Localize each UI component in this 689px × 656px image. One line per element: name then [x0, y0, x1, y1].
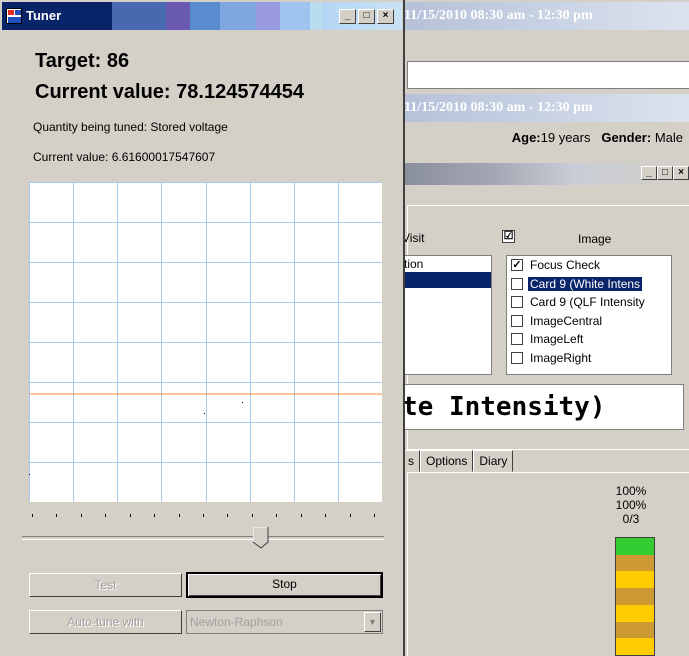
chevron-down-icon[interactable]: ▼ [364, 612, 381, 632]
slider-tick [105, 514, 107, 517]
image-item-label: Card 9 (White Intens [528, 276, 643, 291]
image-item-label: Focus Check [530, 258, 601, 273]
inner-minimize-button[interactable]: _ [641, 166, 657, 180]
image-list-item[interactable]: ImageLeft [507, 330, 671, 349]
current-value-big: Current value: 78.124574454 [35, 81, 305, 103]
slider-thumb[interactable] [252, 526, 269, 549]
background-window: 11/15/2010 08:30 am - 12:30 pm 11/15/201… [402, 0, 689, 656]
image-list[interactable]: ✓ Focus Check Card 9 (White Intens Card 9… [506, 255, 672, 375]
background-subtitle-bar: 11/15/2010 08:30 am - 12:30 pm [402, 94, 689, 122]
tuner-title: Tuner [26, 8, 62, 23]
stop-button[interactable]: Stop [186, 572, 383, 598]
checkbox[interactable]: ✓ [511, 259, 523, 272]
autotune-button[interactable]: Auto-tune with [29, 610, 182, 634]
data-point [242, 402, 243, 403]
meter-segment [616, 604, 654, 622]
chart-grid [29, 182, 383, 503]
checkbox[interactable] [511, 351, 523, 364]
slider-tick [32, 514, 33, 517]
title-gradient-blocks [112, 2, 322, 30]
slider-tick [227, 514, 229, 517]
tab-strip: s Options Diary [402, 450, 514, 472]
image-item-label: ImageCentral [530, 313, 603, 328]
visit-list-item-selected[interactable] [402, 272, 491, 288]
slider-tick [178, 514, 180, 517]
method-select-value: Newton-Raphson [190, 615, 283, 629]
app-icon [6, 8, 22, 24]
meter-segment [616, 638, 654, 656]
test-button[interactable]: Test [29, 573, 182, 597]
slider-tick [300, 514, 302, 517]
target-label: Target: 86 [35, 50, 130, 72]
visit-list[interactable]: tion [402, 255, 492, 375]
data-point [29, 474, 30, 475]
image-item-label: Card 9 (QLF Intensity [530, 295, 645, 310]
age-value: 19 years [540, 130, 591, 145]
meter-segment [616, 538, 654, 555]
current-value-small: Current value: 6.61600017547607 [33, 150, 216, 164]
image-header: Image [578, 232, 612, 246]
percent-1: 100% [615, 484, 647, 498]
close-button[interactable]: × [377, 9, 394, 24]
slider-ticks [22, 514, 384, 522]
inner-window-controls: _ □ × [641, 166, 689, 180]
slider-tick [374, 514, 375, 517]
screen: 11/15/2010 08:30 am - 12:30 pm 11/15/201… [0, 0, 689, 656]
tab-diary[interactable]: Diary [473, 450, 514, 472]
slider-tick [349, 514, 351, 517]
image-select-all-checkbox[interactable]: ☑ [502, 230, 515, 243]
inner-maximize-button[interactable]: □ [657, 166, 673, 180]
meter-segment [616, 571, 654, 589]
image-list-item[interactable]: ImageRight [507, 349, 671, 368]
tab-options[interactable]: Options [420, 450, 474, 472]
meter-segment [616, 554, 654, 572]
tuning-chart-svg [29, 182, 383, 503]
visit-list-item[interactable]: tion [402, 256, 491, 272]
meter-segment [616, 621, 654, 639]
maximize-button[interactable]: □ [358, 9, 375, 24]
tuner-title-bar[interactable]: Tuner _ □ × [2, 2, 402, 30]
slider-tick [325, 514, 327, 517]
slider-tick [203, 514, 204, 517]
image-title-display: te Intensity) [402, 384, 684, 430]
slider-tick [154, 514, 156, 517]
tuner-dialog: Tuner _ □ × Target: 86 Current value: 78… [0, 0, 405, 656]
patient-info: Age:19 years Gender: Male [402, 130, 689, 145]
slider-tick [129, 514, 131, 517]
meter-segment [616, 588, 654, 605]
checkbox[interactable] [511, 277, 523, 290]
gender-label: Gender: [601, 130, 652, 145]
progress-readout: 100% 100% 0/3 [606, 484, 656, 526]
data-point [204, 413, 205, 414]
slider-tick [251, 514, 253, 517]
slider-tick [80, 514, 82, 517]
window-controls: _ □ × [339, 9, 394, 24]
tuning-chart [29, 182, 383, 503]
minimize-button[interactable]: _ [339, 9, 356, 24]
image-list-item[interactable]: ✓ Focus Check [507, 256, 671, 275]
checkbox[interactable] [511, 333, 523, 346]
background-title-bar: 11/15/2010 08:30 am - 12:30 pm [402, 2, 689, 30]
checkbox[interactable] [511, 296, 523, 309]
slider-tick [276, 514, 278, 517]
slider-tick [56, 514, 58, 517]
visit-header: Visit [402, 231, 425, 245]
gender-value: Male [654, 130, 683, 145]
image-item-label: ImageLeft [530, 332, 584, 347]
slider-track[interactable] [22, 536, 384, 540]
image-list-item[interactable]: ImageCentral [507, 312, 671, 331]
image-list-item-selected[interactable]: Card 9 (White Intens [507, 275, 671, 294]
image-list-item[interactable]: Card 9 (QLF Intensity [507, 293, 671, 312]
image-item-label: ImageRight [530, 350, 592, 365]
level-meter [615, 537, 655, 656]
fraction: 0/3 [622, 512, 640, 526]
percent-2: 100% [615, 498, 647, 512]
background-text-field[interactable] [407, 61, 689, 89]
inner-close-button[interactable]: × [673, 166, 689, 180]
checkbox[interactable] [511, 314, 523, 327]
method-select[interactable]: Newton-Raphson ▼ [186, 610, 383, 634]
quantity-label: Quantity being tuned: Stored voltage [33, 120, 228, 134]
age-label: Age: [511, 130, 541, 145]
